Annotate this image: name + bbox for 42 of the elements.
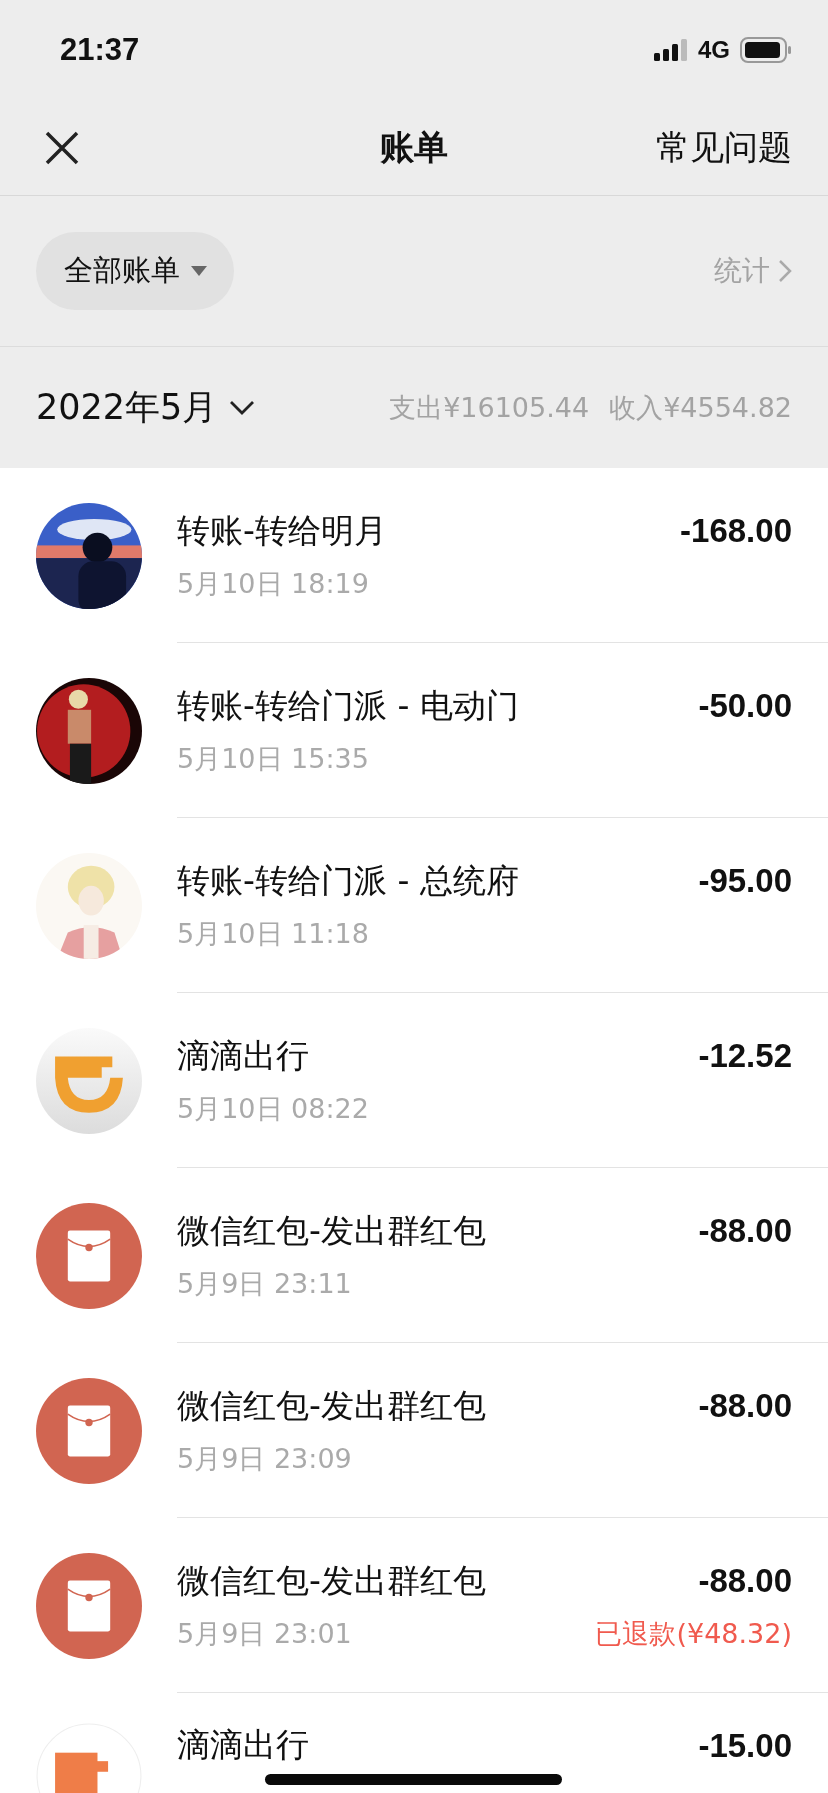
transaction-title: 转账-转给门派 - 电动门 xyxy=(177,684,519,727)
transaction-title: 转账-转给明月 xyxy=(177,509,387,552)
filter-dropdown[interactable]: 全部账单 xyxy=(36,232,234,310)
transaction-amount: -95.00 xyxy=(698,862,792,900)
transaction-title: 转账-转给门派 - 总统府 xyxy=(177,859,519,902)
network-label: 4G xyxy=(698,36,730,64)
transaction-time: 5月10日 11:18 xyxy=(177,916,369,951)
transaction-title: 滴滴出行 xyxy=(177,1724,309,1766)
transaction-amount: -88.00 xyxy=(698,1212,792,1250)
transaction-time: 5月10日 15:35 xyxy=(177,741,369,776)
faq-link[interactable]: 常见问题 xyxy=(656,124,792,171)
transaction-title: 微信红包-发出群红包 xyxy=(177,1209,486,1252)
envelope-icon xyxy=(36,1377,142,1484)
transaction-time: 5月10日 18:19 xyxy=(177,566,369,601)
envelope-icon xyxy=(36,1552,142,1659)
transaction-title: 滴滴出行 xyxy=(177,1034,309,1077)
expense-total: 支出¥16105.44 xyxy=(389,390,590,425)
page-title: 账单 xyxy=(380,125,448,169)
battery-icon xyxy=(740,37,792,63)
income-total: 收入¥4554.82 xyxy=(609,390,792,425)
transaction-amount: -88.00 xyxy=(698,1387,792,1425)
caret-icon xyxy=(190,265,208,277)
chevron-icon xyxy=(229,399,256,416)
transaction-time: 5月9日 23:01 xyxy=(177,1616,352,1651)
transaction-amount: -50.00 xyxy=(698,687,792,725)
transaction-time: 5月9日 23:11 xyxy=(177,1266,352,1301)
close-button[interactable] xyxy=(44,129,80,166)
transaction-title: 微信红包-发出群红包 xyxy=(177,1384,486,1427)
transaction-amount: -88.00 xyxy=(698,1562,792,1600)
signal-icon xyxy=(654,39,688,61)
transaction-time: 5月9日 23:09 xyxy=(177,1441,352,1476)
refund-note: 已退款(¥48.32) xyxy=(595,1616,792,1651)
transaction-amount: -15.00 xyxy=(698,1726,792,1765)
transaction-time: 5月10日 08:22 xyxy=(177,1091,369,1126)
status-time: 21:37 xyxy=(60,32,140,68)
envelope-icon xyxy=(36,1202,142,1309)
transaction-amount: -168.00 xyxy=(680,512,792,550)
transaction-amount: -12.52 xyxy=(698,1037,792,1075)
ride-logo-icon xyxy=(36,1027,142,1134)
transaction-title: 微信红包-发出群红包 xyxy=(177,1559,486,1602)
month-picker[interactable]: 2022年5月 xyxy=(36,384,256,431)
chevron-icon xyxy=(778,259,792,283)
